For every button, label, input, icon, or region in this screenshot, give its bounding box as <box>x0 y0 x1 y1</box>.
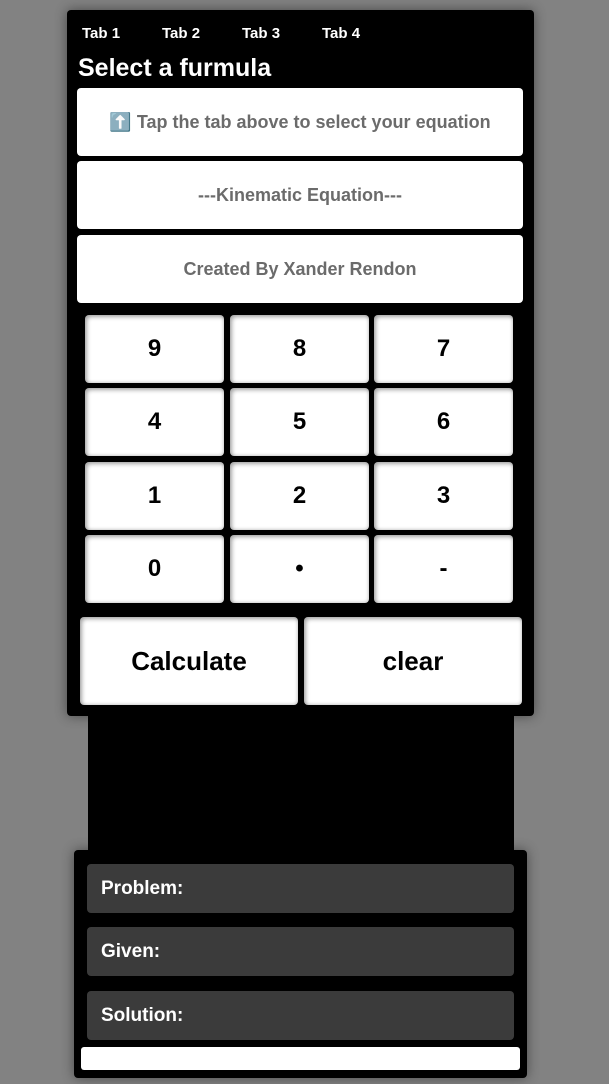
solution-field: Solution: <box>87 991 514 1040</box>
hint-box: ⬆️ Tap the tab above to select your equa… <box>77 88 523 156</box>
tab-2[interactable]: Tab 2 <box>162 24 200 44</box>
tab-bar: Tab 1 Tab 2 Tab 3 Tab 4 <box>67 24 534 46</box>
result-bar <box>81 1047 520 1070</box>
key-2[interactable]: 2 <box>230 462 369 530</box>
tab-4[interactable]: Tab 4 <box>322 24 360 44</box>
key-1[interactable]: 1 <box>85 462 224 530</box>
key-4[interactable]: 4 <box>85 388 224 456</box>
key-0[interactable]: 0 <box>85 535 224 603</box>
key-9[interactable]: 9 <box>85 315 224 383</box>
output-panel: Problem: Given: Solution: <box>74 850 527 1078</box>
given-field: Given: <box>87 927 514 976</box>
spacer-block <box>88 716 514 854</box>
key-minus[interactable]: - <box>374 535 513 603</box>
tab-1[interactable]: Tab 1 <box>82 24 120 44</box>
credit-box: Created By Xander Rendon <box>77 235 523 303</box>
key-decimal[interactable]: • <box>230 535 369 603</box>
problem-field: Problem: <box>87 864 514 913</box>
equation-display: ---Kinematic Equation--- <box>77 161 523 229</box>
key-6[interactable]: 6 <box>374 388 513 456</box>
calculate-button[interactable]: Calculate <box>80 617 298 705</box>
clear-button[interactable]: clear <box>304 617 522 705</box>
key-5[interactable]: 5 <box>230 388 369 456</box>
page-title: Select a furmula <box>78 54 272 82</box>
calculator-panel: Tab 1 Tab 2 Tab 3 Tab 4 Select a furmula… <box>67 10 534 716</box>
key-8[interactable]: 8 <box>230 315 369 383</box>
tab-3[interactable]: Tab 3 <box>242 24 280 44</box>
key-3[interactable]: 3 <box>374 462 513 530</box>
key-7[interactable]: 7 <box>374 315 513 383</box>
